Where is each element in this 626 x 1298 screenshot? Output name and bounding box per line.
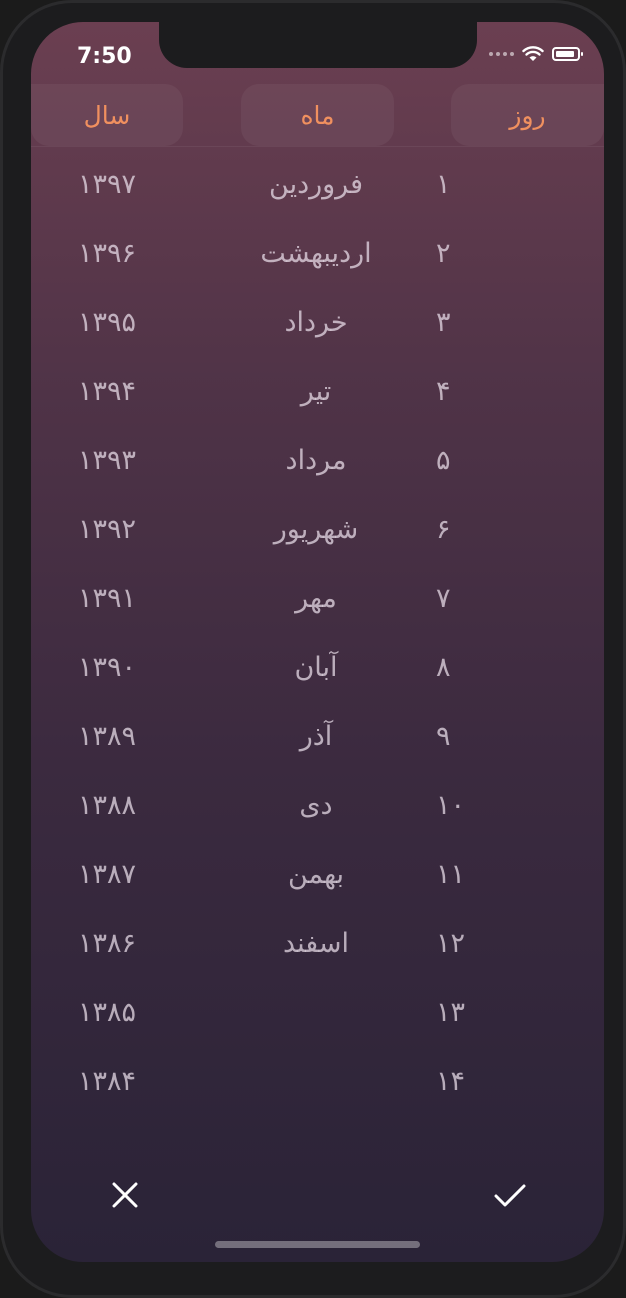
picker-tabs: سال ماه روز: [31, 84, 604, 148]
tab-month[interactable]: ماه: [241, 84, 394, 146]
month-column[interactable]: فروردین اردیبهشت خرداد تیر مرداد شهریور …: [226, 150, 406, 978]
day-item[interactable]: ۹: [436, 702, 604, 771]
day-item[interactable]: ۱۴: [436, 1047, 604, 1116]
phone-frame: 7:50 سال ماه روز ۱۳۹۷ ۱۳۹۶ ۱۳۹۵ ۱۳۹۴ ۱۳۹…: [0, 0, 626, 1298]
tab-year[interactable]: سال: [31, 84, 183, 146]
year-item[interactable]: ۱۳۹۷: [31, 150, 197, 219]
month-item[interactable]: مرداد: [226, 426, 406, 495]
month-item[interactable]: اسفند: [226, 909, 406, 978]
screen: 7:50 سال ماه روز ۱۳۹۷ ۱۳۹۶ ۱۳۹۵ ۱۳۹۴ ۱۳۹…: [31, 22, 604, 1262]
close-icon: [112, 1182, 138, 1208]
battery-icon: [552, 47, 583, 61]
action-bar: [31, 1157, 604, 1227]
year-item[interactable]: ۱۳۹۲: [31, 495, 197, 564]
day-item[interactable]: ۸: [436, 633, 604, 702]
year-item[interactable]: ۱۳۸۶: [31, 909, 197, 978]
day-item[interactable]: ۱۲: [436, 909, 604, 978]
day-item[interactable]: ۶: [436, 495, 604, 564]
year-item[interactable]: ۱۳۹۶: [31, 219, 197, 288]
year-item[interactable]: ۱۳۹۴: [31, 357, 197, 426]
day-column[interactable]: ۱ ۲ ۳ ۴ ۵ ۶ ۷ ۸ ۹ ۱۰ ۱۱ ۱۲ ۱۳ ۱۴: [436, 150, 604, 1116]
month-item[interactable]: شهریور: [226, 495, 406, 564]
day-item[interactable]: ۱۰: [436, 771, 604, 840]
day-item[interactable]: ۳: [436, 288, 604, 357]
home-indicator: [215, 1241, 420, 1248]
month-item[interactable]: آبان: [226, 633, 406, 702]
status-time: 7:50: [77, 44, 132, 69]
date-picker: ۱۳۹۷ ۱۳۹۶ ۱۳۹۵ ۱۳۹۴ ۱۳۹۳ ۱۳۹۲ ۱۳۹۱ ۱۳۹۰ …: [31, 150, 604, 1150]
month-item[interactable]: تیر: [226, 357, 406, 426]
year-column[interactable]: ۱۳۹۷ ۱۳۹۶ ۱۳۹۵ ۱۳۹۴ ۱۳۹۳ ۱۳۹۲ ۱۳۹۱ ۱۳۹۰ …: [31, 150, 197, 1116]
day-item[interactable]: ۱: [436, 150, 604, 219]
year-item[interactable]: ۱۳۸۵: [31, 978, 197, 1047]
year-item[interactable]: ۱۳۹۵: [31, 288, 197, 357]
signal-icon: [489, 52, 514, 56]
day-item[interactable]: ۴: [436, 357, 604, 426]
month-item[interactable]: دی: [226, 771, 406, 840]
year-item[interactable]: ۱۳۸۹: [31, 702, 197, 771]
year-item[interactable]: ۱۳۸۸: [31, 771, 197, 840]
day-item[interactable]: ۱۳: [436, 978, 604, 1047]
status-icons: [489, 46, 583, 62]
month-item[interactable]: بهمن: [226, 840, 406, 909]
confirm-button[interactable]: [490, 1175, 530, 1215]
month-item[interactable]: خرداد: [226, 288, 406, 357]
day-item[interactable]: ۷: [436, 564, 604, 633]
wifi-icon: [522, 46, 544, 61]
year-item[interactable]: ۱۳۸۴: [31, 1047, 197, 1116]
year-item[interactable]: ۱۳۹۰: [31, 633, 197, 702]
tabs-divider: [31, 146, 604, 147]
day-item[interactable]: ۵: [436, 426, 604, 495]
cancel-button[interactable]: [105, 1175, 145, 1215]
month-item[interactable]: آذر: [226, 702, 406, 771]
day-item[interactable]: ۱۱: [436, 840, 604, 909]
month-item[interactable]: فروردین: [226, 150, 406, 219]
day-item[interactable]: ۲: [436, 219, 604, 288]
year-item[interactable]: ۱۳۹۱: [31, 564, 197, 633]
month-item[interactable]: مهر: [226, 564, 406, 633]
notch: [159, 22, 477, 68]
month-item[interactable]: اردیبهشت: [226, 219, 406, 288]
year-item[interactable]: ۱۳۸۷: [31, 840, 197, 909]
checkmark-icon: [494, 1184, 526, 1207]
tab-day[interactable]: روز: [451, 84, 604, 146]
year-item[interactable]: ۱۳۹۳: [31, 426, 197, 495]
